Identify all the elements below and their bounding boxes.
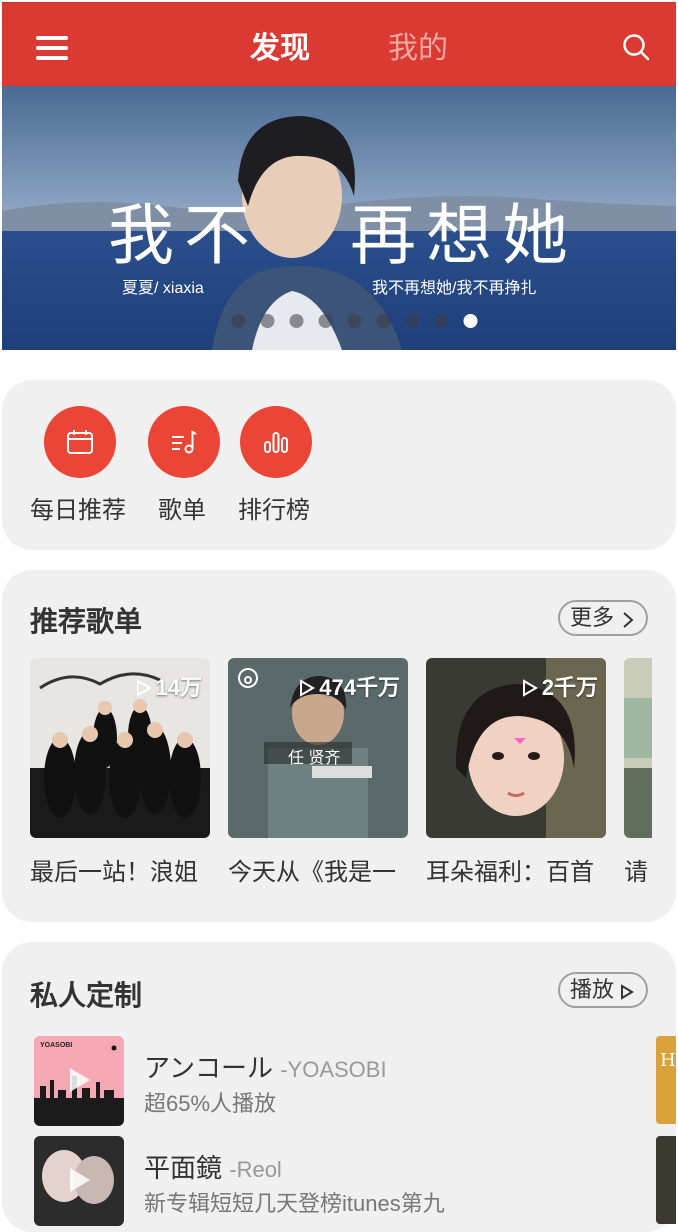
tab-discover[interactable]: 发现	[250, 23, 310, 67]
banner-dot[interactable]	[260, 314, 275, 328]
play-count: 2千万	[522, 670, 598, 702]
song-cover-peek	[656, 1136, 676, 1224]
banner-title-right: 再想她	[350, 197, 578, 274]
song-name: 平面鏡	[144, 1153, 223, 1183]
song-cover[interactable]	[34, 1136, 124, 1226]
banner-dot[interactable]	[289, 314, 304, 328]
banner-dot[interactable]	[318, 314, 333, 328]
banner-song-line: 我不再想她/我不再挣扎	[372, 280, 537, 297]
song-name: アンコール	[144, 1053, 273, 1083]
banner-dots	[2, 313, 676, 334]
banner-title-left: 我不	[108, 197, 260, 274]
calendar-icon[interactable]	[44, 406, 116, 478]
quick-action-playlist-label[interactable]: 歌单	[158, 490, 206, 525]
recommend-card: 推荐歌单 更多 14万 最后一站！浪姐 任 贤齐 474千万 今天从《我是一 2…	[2, 570, 676, 922]
play-icon	[522, 679, 538, 697]
more-button[interactable]: 更多	[558, 600, 648, 636]
recommend-title: 推荐歌单	[30, 606, 143, 637]
playlist-item[interactable]: 2千万 耳朵福利：百首	[426, 658, 606, 886]
playlist-cover[interactable]: 2千万	[426, 658, 606, 838]
banner-dot[interactable]	[231, 314, 246, 328]
song-artist: -Reol	[229, 1157, 282, 1182]
playlist-title[interactable]: 今天从《我是一	[228, 852, 408, 887]
menu-icon[interactable]	[36, 36, 68, 60]
cover-text: YOASOBI	[40, 1042, 73, 1049]
play-all-button[interactable]: 播放	[558, 972, 648, 1008]
playlist-title[interactable]: 耳朵福利：百首	[426, 852, 606, 887]
quick-actions-card: 每日推荐 歌单 排行榜	[2, 380, 676, 550]
banner-artist: 夏夏/ xiaxia	[122, 280, 204, 297]
song-cover[interactable]: YOASOBI	[34, 1036, 124, 1126]
search-icon[interactable]	[622, 33, 650, 61]
playlist-item[interactable]: 14万 最后一站！浪姐	[30, 658, 210, 886]
chart-icon[interactable]	[240, 406, 312, 478]
song-artist: -YOASOBI	[280, 1057, 387, 1082]
custom-title: 私人定制	[30, 980, 143, 1011]
banner-dot[interactable]	[376, 314, 391, 328]
play-icon	[136, 679, 152, 697]
quick-action-daily-label[interactable]: 每日推荐	[30, 490, 126, 525]
playlist-item[interactable]: 任 贤齐 474千万 今天从《我是一	[228, 658, 408, 886]
quick-action-chart-label[interactable]: 排行榜	[238, 490, 310, 525]
playlist-cover[interactable]: 任 贤齐 474千万	[228, 658, 408, 838]
play-all-label: 播放	[570, 977, 615, 1002]
play-count: 14万	[136, 670, 202, 702]
playlist-row[interactable]: 14万 最后一站！浪姐 任 贤齐 474千万 今天从《我是一 2千万 耳朵福利：…	[30, 658, 652, 890]
song-cover-peek: H	[656, 1036, 676, 1124]
banner-dot[interactable]	[347, 314, 362, 328]
playlist-title[interactable]: 最后一站！浪姐	[30, 852, 210, 887]
playlist-item[interactable]: 请	[624, 658, 652, 886]
play-icon	[300, 679, 316, 697]
playlist-cover[interactable]	[624, 658, 652, 838]
banner-dot-active[interactable]	[463, 314, 478, 328]
playlist-cover[interactable]: 14万	[30, 658, 210, 838]
play-count: 474千万	[299, 670, 400, 702]
playlist-title[interactable]: 请	[624, 852, 652, 887]
top-bar: 发现 我的	[2, 2, 676, 87]
song-desc: 新专辑短短几天登榜itunes第九	[144, 1191, 445, 1216]
song-desc: 超65%人播放	[144, 1091, 277, 1116]
banner-dot[interactable]	[434, 314, 449, 328]
song-title[interactable]: アンコール -YOASOBI	[144, 1048, 387, 1085]
banner-dot[interactable]	[405, 314, 420, 328]
cover-text: 任 贤齐	[288, 750, 341, 767]
custom-card: 私人定制 播放 YOASOBI アンコール -YOASOBI 超65%人播放 H…	[2, 942, 676, 1232]
chevron-right-icon	[623, 612, 634, 628]
more-button-label: 更多	[570, 605, 615, 630]
banner-carousel[interactable]: 我不 再想她 夏夏/ xiaxia 我不再想她/我不再挣扎	[2, 86, 676, 350]
tab-mine[interactable]: 我的	[388, 23, 448, 67]
play-icon	[621, 984, 634, 1000]
playlist-icon[interactable]	[148, 406, 220, 478]
song-title[interactable]: 平面鏡 -Reol	[144, 1148, 282, 1185]
